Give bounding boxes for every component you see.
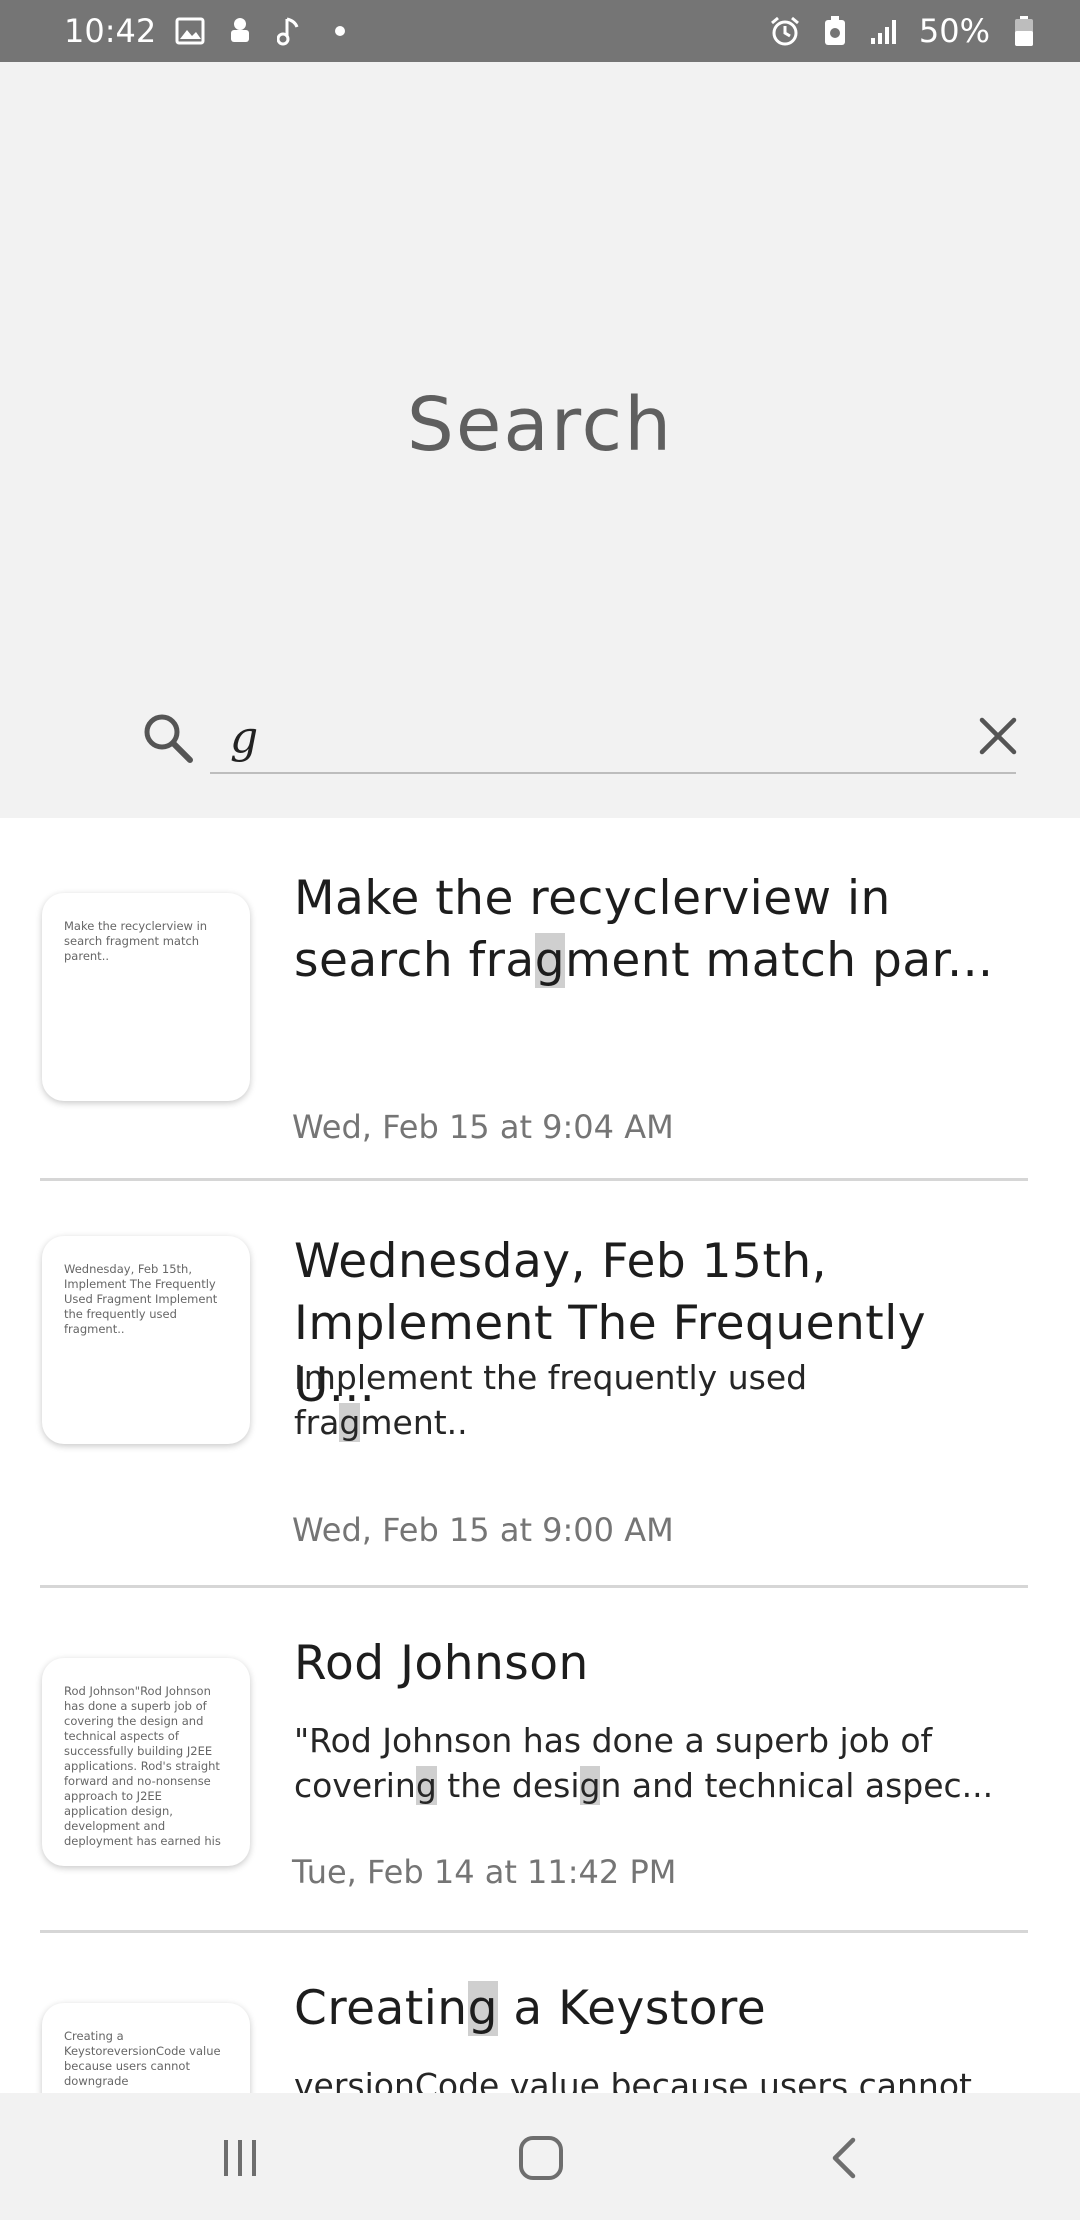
list-item[interactable]: Make the recyclerview in search fragment… <box>40 818 1028 1181</box>
note-date: Wed, Feb 15 at 9:00 AM <box>292 1511 674 1549</box>
match-highlight: g <box>579 1766 601 1805</box>
status-time: 10:42 <box>64 12 157 50</box>
image-icon <box>174 15 206 47</box>
battery-percent: 50% <box>918 12 990 50</box>
note-date: Wed, Feb 15 at 9:04 AM <box>292 1108 674 1146</box>
page-title: Search <box>406 382 674 468</box>
search-bar <box>140 702 1020 782</box>
alarm-icon <box>769 15 801 47</box>
match-highlight: g <box>339 1403 361 1442</box>
note-date: Tue, Feb 14 at 11:42 PM <box>292 1853 677 1891</box>
android-icon <box>224 15 256 47</box>
note-snippet: "Rod Johnson has done a superb job of co… <box>294 1721 994 1805</box>
search-input[interactable] <box>210 702 1016 774</box>
battery-icon <box>1008 15 1040 47</box>
note-thumbnail: Rod Johnson"Rod Johnson has done a super… <box>42 1658 250 1866</box>
music-note-icon <box>274 15 306 47</box>
search-icon[interactable] <box>140 710 196 766</box>
navigation-bar <box>0 2093 1080 2220</box>
status-bar-right: 50% <box>769 12 1040 50</box>
note-thumbnail: Wednesday, Feb 15th, Implement The Frequ… <box>42 1236 250 1444</box>
search-header: Search <box>0 62 1080 818</box>
list-item[interactable]: Creating a Keystore versionCode value bec… <box>40 1933 1028 2093</box>
note-title: Rod Johnson <box>294 1636 589 1691</box>
status-bar: 10:42 50% <box>0 0 1080 62</box>
match-highlight: g <box>415 1766 437 1805</box>
match-highlight: g <box>534 933 566 988</box>
recent-apps-icon[interactable] <box>205 2123 275 2193</box>
list-item[interactable]: Wednesday, Feb 15th, Implement The Frequ… <box>40 1181 1028 1588</box>
status-bar-left: 10:42 <box>64 12 356 50</box>
note-thumbnail: Make the recyclerview in search fragment… <box>42 893 250 1101</box>
results-list: Make the recyclerview in search fragment… <box>0 818 1080 2093</box>
note-snippet: versionCode value because users cannot <box>294 2066 972 2093</box>
dot-icon <box>324 15 356 47</box>
note-title: Creating a Keystore <box>294 1981 767 2036</box>
note-snippet: Implement the frequently used fragment.. <box>294 1358 808 1442</box>
signal-icon <box>869 15 901 47</box>
note-thumbnail: Creating a KeystoreversionCode value bec… <box>42 2003 250 2093</box>
back-icon[interactable] <box>810 2123 880 2193</box>
home-icon[interactable] <box>506 2123 576 2193</box>
battery-saver-icon <box>819 15 851 47</box>
close-icon[interactable] <box>976 714 1020 758</box>
list-item[interactable]: Rod Johnson "Rod Johnson has done a super… <box>40 1588 1028 1933</box>
match-highlight: g <box>467 1981 498 2036</box>
note-title: Make the recyclerview in search fragment… <box>294 871 994 988</box>
